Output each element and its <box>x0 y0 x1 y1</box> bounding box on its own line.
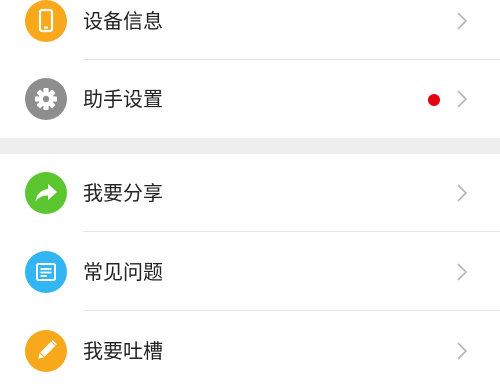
gear-icon <box>35 88 57 110</box>
menu-item-label: 我要吐槽 <box>83 339 163 363</box>
chevron-right-icon <box>457 342 468 360</box>
menu-item-faq[interactable]: 常见问题 <box>0 233 500 311</box>
chevron-right-icon <box>457 263 468 281</box>
menu-item-label: 常见问题 <box>83 260 163 284</box>
menu-item-share[interactable]: 我要分享 <box>0 154 500 232</box>
pencil-icon <box>38 340 57 359</box>
device-info-icon-circle <box>25 0 67 42</box>
share-icon-circle <box>25 172 67 214</box>
feedback-icon-circle <box>25 330 67 372</box>
notification-dot <box>428 94 440 106</box>
section-separator <box>0 138 500 154</box>
faq-icon-circle <box>25 251 67 293</box>
menu-item-label: 我要分享 <box>83 181 163 205</box>
divider <box>83 310 500 311</box>
divider <box>83 231 500 232</box>
chevron-right-icon <box>457 12 468 30</box>
menu-item-assistant-settings[interactable]: 助手设置 <box>0 60 500 138</box>
menu-item-device-info[interactable]: 设备信息 <box>0 0 500 60</box>
menu-item-label: 助手设置 <box>83 87 163 111</box>
menu-item-label: 设备信息 <box>83 9 163 33</box>
menu-item-feedback[interactable]: 我要吐槽 <box>0 312 500 390</box>
share-icon <box>35 184 57 202</box>
faq-icon <box>36 263 56 281</box>
chevron-right-icon <box>457 90 468 108</box>
phone-icon <box>38 8 54 33</box>
chevron-right-icon <box>457 184 468 202</box>
settings-icon-circle <box>25 78 67 120</box>
